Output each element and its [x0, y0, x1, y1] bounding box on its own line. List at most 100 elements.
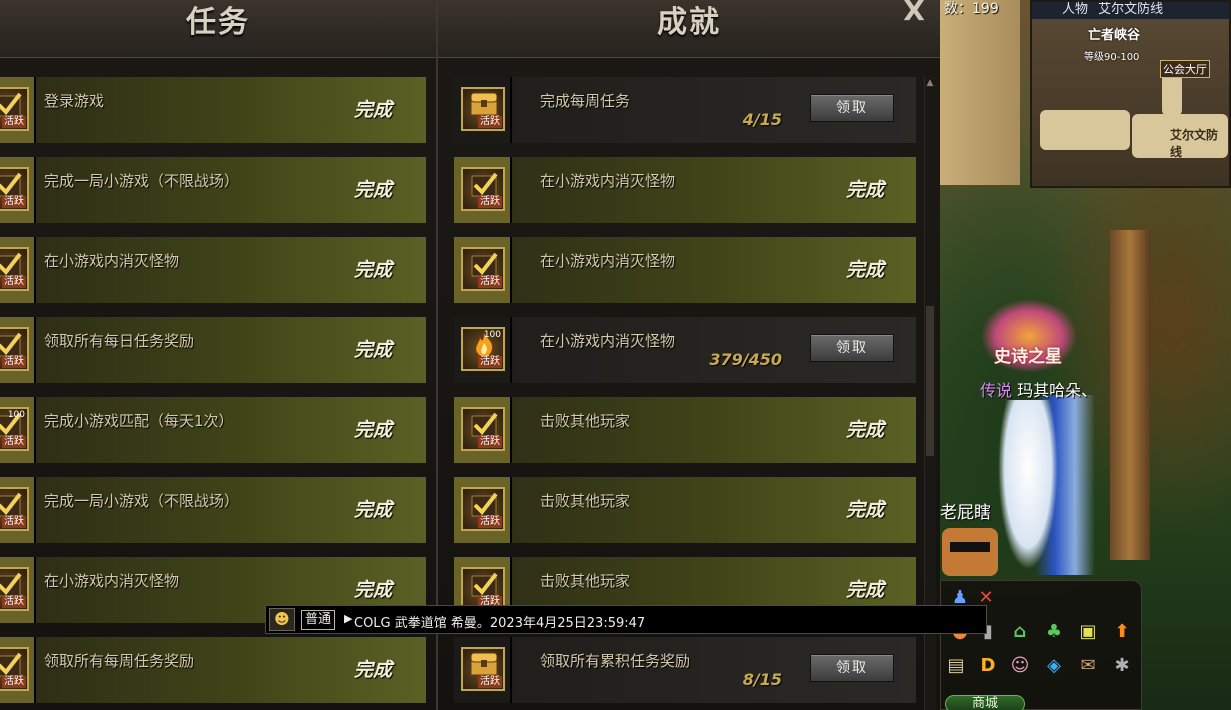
- reward-icon-frame: 活跃: [0, 637, 36, 703]
- quest-row[interactable]: 活跃 领取所有每日任务奖励 完成: [0, 317, 426, 383]
- reward-icon-frame: 活跃: [0, 557, 36, 623]
- npc-name-tag: 老屁瞎: [940, 503, 991, 523]
- tab-achievements-header: 成就: [438, 0, 940, 58]
- chat-channel-selector[interactable]: 普通: [301, 610, 336, 630]
- quest-row[interactable]: 活跃 100 完成小游戏匹配（每天1次） 完成: [0, 397, 426, 463]
- emoji-icon[interactable]: ☻: [269, 608, 295, 631]
- quest-row[interactable]: 活跃 领取所有每周任务奖励 完成: [0, 637, 426, 703]
- reward-icon-frame: 活跃: [0, 77, 36, 143]
- claim-button[interactable]: 领取: [810, 334, 894, 362]
- avatar-face-icon[interactable]: ☺: [1007, 653, 1033, 679]
- tree-trunk: [1110, 230, 1150, 560]
- completed-status: 完成: [845, 419, 884, 441]
- row-title: 击败其他玩家: [540, 412, 631, 430]
- check-reward-icon: 活跃: [461, 407, 505, 451]
- reward-icon-frame: 活跃: [0, 157, 36, 223]
- row-title: 领取所有累积任务奖励: [540, 652, 691, 670]
- player-name: 玛其哈朵、: [1017, 381, 1098, 400]
- progress-count: 4/15: [742, 110, 782, 129]
- mail-icon[interactable]: ✉: [1075, 653, 1101, 679]
- scroll-up-arrow-icon[interactable]: ▲: [924, 76, 936, 90]
- active-tag: 活跃: [478, 196, 502, 208]
- completed-status: 完成: [353, 579, 392, 601]
- reward-icon-frame: 活跃: [454, 637, 512, 703]
- reward-icon-frame: 活跃: [454, 477, 512, 543]
- settings-icon[interactable]: ✱: [1109, 653, 1135, 679]
- chest-icon: 活跃: [461, 647, 505, 691]
- reward-amount-badge: 100: [483, 330, 501, 340]
- row-title: 在小游戏内消灭怪物: [540, 252, 676, 270]
- home-icon[interactable]: ⌂: [1007, 619, 1033, 645]
- column-divider: [436, 0, 438, 710]
- minimap-town-label: 艾尔文防线: [1170, 128, 1219, 159]
- active-tag: 活跃: [2, 516, 26, 528]
- row-title: 在小游戏内消灭怪物: [44, 252, 180, 270]
- scroll-icon[interactable]: ▤: [943, 653, 969, 679]
- achievement-row[interactable]: 活跃 完成每周任务 4/15 领取: [454, 77, 916, 143]
- completed-status: 完成: [353, 659, 392, 681]
- close-button[interactable]: X: [898, 0, 930, 26]
- claim-button[interactable]: 领取: [810, 94, 894, 122]
- minimap-zone-name: 亡者峡谷: [1088, 28, 1141, 43]
- check-reward-icon: 活跃: [0, 87, 29, 131]
- minimap[interactable]: 人物 艾尔文防线 亡者峡谷 等级90-100 公会大厅 艾尔文防线: [1030, 0, 1231, 188]
- scrollbar-thumb[interactable]: [926, 306, 934, 456]
- minimap-guild-hall[interactable]: 公会大厅: [1160, 60, 1210, 78]
- npc-portrait[interactable]: [942, 528, 998, 576]
- row-title: 完成一局小游戏（不限战场）: [44, 492, 240, 510]
- completed-status: 完成: [845, 259, 884, 281]
- active-tag: 活跃: [2, 196, 26, 208]
- claim-button[interactable]: 领取: [810, 654, 894, 682]
- check-reward-icon: 活跃 100: [0, 407, 29, 451]
- row-title: 完成小游戏匹配（每天1次）: [44, 412, 234, 430]
- check-reward-icon: 活跃: [461, 247, 505, 291]
- active-tag: 活跃: [2, 676, 26, 688]
- title-badge-text: 史诗之星: [994, 347, 1062, 367]
- achievement-row[interactable]: 活跃 100 在小游戏内消灭怪物 379/450 领取: [454, 317, 916, 383]
- player-rank: 传说: [980, 381, 1013, 400]
- chat-bar[interactable]: ☻ 普通 ▶ COLG 武拳道馆 希曼。2023年4月25日23:59:47: [265, 605, 987, 634]
- minimap-header: 人物 艾尔文防线: [1032, 2, 1229, 19]
- active-tag: 活跃: [478, 676, 502, 688]
- check-reward-icon: 活跃: [0, 247, 29, 291]
- achievement-row[interactable]: 活跃 在小游戏内消灭怪物 完成: [454, 157, 916, 223]
- reward-amount-badge: 100: [7, 410, 25, 420]
- quest-panel: 任务 成就 X 活跃 登录游戏 完成 活跃 完成一局小游戏（不限战场） 完成 活跃 在小游戏内…: [0, 0, 940, 710]
- check-reward-icon: 活跃: [0, 487, 29, 531]
- tab-quests-header: 任务: [0, 0, 436, 58]
- game-world-view: 数：199 人物 艾尔文防线 亡者峡谷 等级90-100 公会大厅 艾尔文防线 …: [940, 0, 1231, 710]
- achievement-row[interactable]: 活跃 在小游戏内消灭怪物 完成: [454, 237, 916, 303]
- channel-arrow-icon: ▶: [344, 612, 353, 625]
- achievement-row[interactable]: 活跃 领取所有累积任务奖励 8/15 领取: [454, 637, 916, 703]
- row-title: 击败其他玩家: [540, 572, 631, 590]
- achievement-row[interactable]: 活跃 击败其他玩家 完成: [454, 397, 916, 463]
- shop-button[interactable]: 商城: [945, 695, 1025, 710]
- row-title: 在小游戏内消灭怪物: [540, 332, 676, 350]
- quest-row[interactable]: 活跃 登录游戏 完成: [0, 77, 426, 143]
- completed-status: 完成: [353, 99, 392, 121]
- tp-icon[interactable]: ◈: [1041, 653, 1067, 679]
- progress-count: 379/450: [709, 350, 782, 369]
- sprout-icon[interactable]: ♣: [1041, 619, 1067, 645]
- reward-icon-frame: 活跃: [454, 77, 512, 143]
- minimap-area: 艾尔文防线: [1098, 2, 1164, 17]
- guild-icon[interactable]: ▣: [1075, 619, 1101, 645]
- reward-icon-frame: 活跃: [454, 157, 512, 223]
- quest-row[interactable]: 活跃 在小游戏内消灭怪物 完成: [0, 237, 426, 303]
- chat-input[interactable]: COLG 武拳道馆 希曼。2023年4月25日23:59:47: [354, 612, 645, 631]
- quest-row[interactable]: 活跃 完成一局小游戏（不限战场） 完成: [0, 157, 426, 223]
- row-title: 完成每周任务: [540, 92, 631, 110]
- daily-d-icon[interactable]: D: [975, 653, 1001, 679]
- player-character[interactable]: [998, 400, 1058, 570]
- stat-label: 数：199: [944, 1, 999, 17]
- row-title: 击败其他玩家: [540, 492, 631, 510]
- achievement-row[interactable]: 活跃 击败其他玩家 完成: [454, 477, 916, 543]
- completed-status: 完成: [845, 179, 884, 201]
- progress-count: 8/15: [742, 670, 782, 689]
- active-tag: 活跃: [478, 356, 502, 368]
- active-tag: 活跃: [2, 436, 26, 448]
- map-region: [1040, 110, 1130, 150]
- quest-row[interactable]: 活跃 完成一局小游戏（不限战场） 完成: [0, 477, 426, 543]
- level-up-arrow-icon[interactable]: ⬆: [1109, 619, 1135, 645]
- minimap-tab[interactable]: 人物: [1062, 2, 1088, 17]
